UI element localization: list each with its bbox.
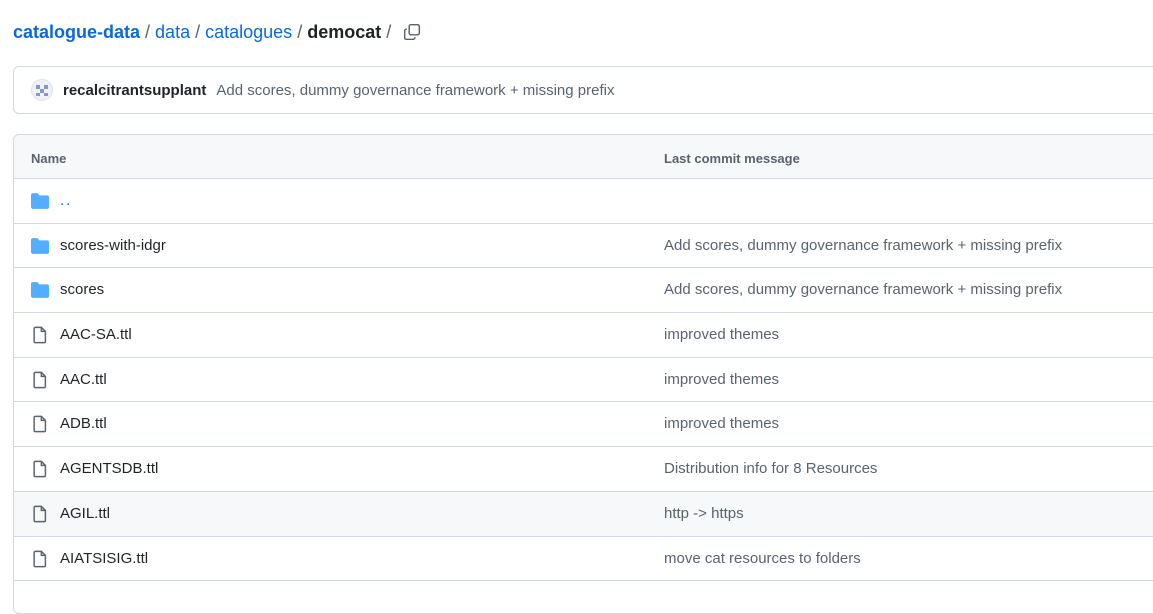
commit-author-link[interactable]: recalcitrantsupplant xyxy=(63,82,206,99)
file-row[interactable]: AGENTSDB.ttl Distribution info for 8 Reso… xyxy=(14,447,1153,492)
file-icon xyxy=(33,371,47,389)
file-row[interactable]: ADB.ttl improved themes xyxy=(14,402,1153,448)
breadcrumb-trailing-separator: / xyxy=(386,21,392,42)
commit-message-link[interactable]: move cat resources to folders xyxy=(664,550,861,567)
breadcrumb-separator: / xyxy=(145,21,151,42)
breadcrumb-link-data[interactable]: data xyxy=(155,22,190,43)
table-header: Name Last commit message xyxy=(14,135,1153,179)
folder-row[interactable]: .. xyxy=(14,179,1153,224)
file-icon xyxy=(33,326,47,344)
file-row[interactable]: AIATSISIG.ttl move cat resources to folde… xyxy=(14,537,1153,582)
commit-message-link[interactable]: http -> https xyxy=(664,505,744,522)
commit-message-link[interactable]: Add scores, dummy governance framework +… xyxy=(216,82,614,99)
commit-message-link[interactable]: Add scores, dummy governance framework +… xyxy=(664,237,1062,254)
folder-icon xyxy=(31,193,49,209)
breadcrumb-link-repo[interactable]: catalogue-data xyxy=(13,22,140,43)
breadcrumb-separator: / xyxy=(195,21,201,42)
file-name-link[interactable]: AAC.ttl xyxy=(60,371,107,388)
file-icon xyxy=(33,505,47,523)
commit-message-link[interactable]: improved themes xyxy=(664,326,779,343)
copy-path-button[interactable] xyxy=(399,19,425,45)
file-name-link[interactable]: AGENTSDB.ttl xyxy=(60,460,158,477)
file-name-link[interactable]: scores xyxy=(60,281,104,298)
breadcrumb-current: democat xyxy=(307,21,382,42)
column-header-name: Name xyxy=(31,151,67,166)
folder-icon xyxy=(31,282,49,299)
file-name-link[interactable]: AAC-SA.ttl xyxy=(60,326,132,343)
identicon-icon xyxy=(36,85,48,96)
file-icon xyxy=(33,416,47,433)
file-row[interactable]: AAC-SA.ttl improved themes xyxy=(14,313,1153,358)
breadcrumb-separator: / xyxy=(297,21,303,42)
file-name-link[interactable]: scores-with-idgr xyxy=(60,237,166,254)
copy-icon xyxy=(403,23,421,41)
commit-message-link[interactable]: Add scores, dummy governance framework +… xyxy=(664,281,1062,298)
avatar[interactable] xyxy=(31,79,53,101)
latest-commit-bar: recalcitrantsupplant Add scores, dummy g… xyxy=(13,66,1153,114)
file-row[interactable]: AAC.ttl improved themes xyxy=(14,358,1153,403)
file-name-link[interactable]: ADB.ttl xyxy=(60,415,107,432)
column-header-last-commit-message: Last commit message xyxy=(664,151,800,166)
folder-row[interactable]: scores-with-idgr Add scores, dummy govern… xyxy=(14,224,1153,269)
folder-row[interactable]: scores Add scores, dummy governance frame… xyxy=(14,268,1153,314)
folder-icon xyxy=(31,237,49,254)
file-name-link[interactable]: AGIL.ttl xyxy=(60,505,110,522)
commit-message-link[interactable]: Distribution info for 8 Resources xyxy=(664,460,877,477)
breadcrumb: catalogue-data / data / catalogues / dem… xyxy=(13,20,396,44)
file-icon xyxy=(33,460,47,478)
file-row[interactable]: AGIL.ttl http -> https xyxy=(14,491,1153,537)
commit-message-link[interactable]: improved themes xyxy=(664,415,779,432)
file-icon xyxy=(33,550,47,567)
file-name-link[interactable]: AIATSISIG.ttl xyxy=(60,550,148,567)
parent-directory-link[interactable]: .. xyxy=(60,192,72,209)
file-table: Name Last commit message .. scores-with-i… xyxy=(13,134,1153,614)
commit-message-link[interactable]: improved themes xyxy=(664,371,779,388)
breadcrumb-link-catalogues[interactable]: catalogues xyxy=(205,22,292,43)
